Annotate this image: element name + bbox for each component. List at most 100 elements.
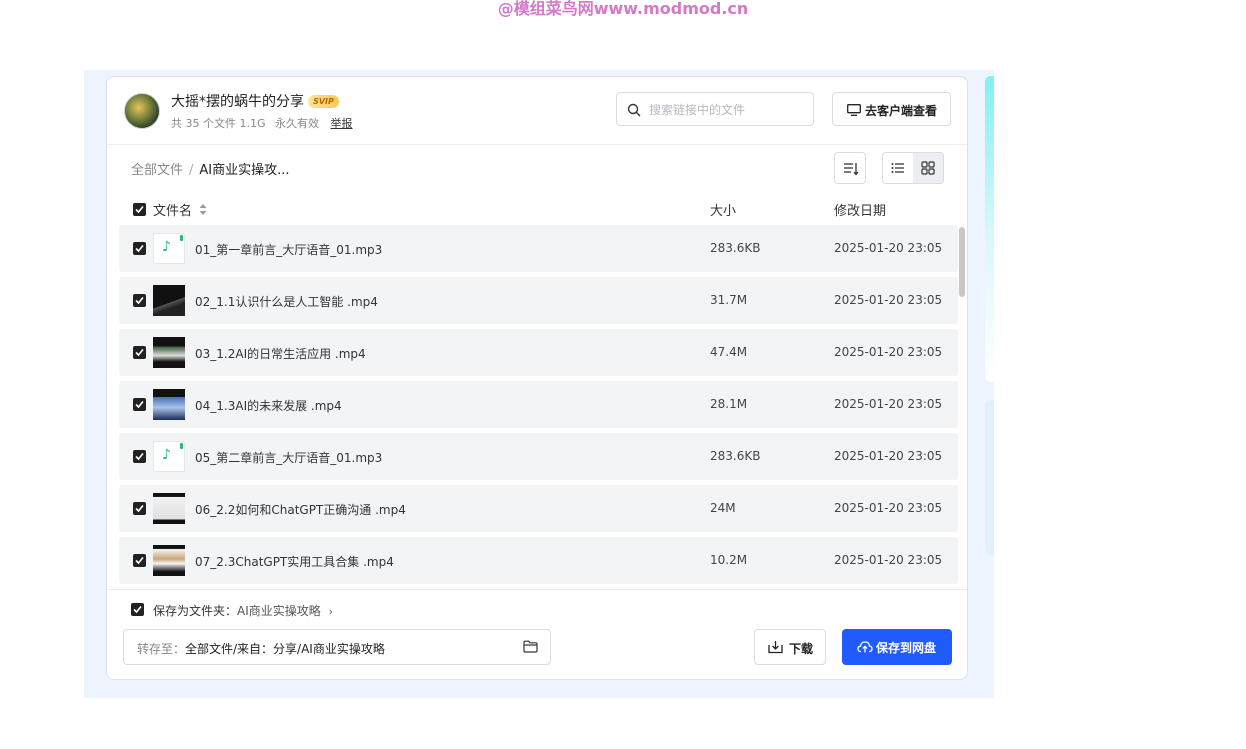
open-client-button[interactable]: 去客户端查看 — [832, 92, 951, 126]
file-name: 02_1.1认识什么是人工智能 .mp4 — [195, 295, 378, 309]
check-icon — [135, 504, 144, 513]
row-checkbox[interactable] — [133, 346, 146, 359]
row-checkbox[interactable] — [133, 294, 146, 307]
file-list-scrollbar[interactable] — [959, 227, 965, 297]
file-size: 47.4M — [710, 345, 748, 359]
file-name: 04_1.3AI的未来发展 .mp4 — [195, 399, 342, 413]
view-toggle — [882, 152, 944, 184]
share-header: 大摇*摆的蜗牛的分享 SVIP 共 35 个文件 1.1G 永久有效 举报 去客… — [107, 77, 967, 145]
save-as-folder-checkbox[interactable] — [131, 603, 144, 616]
video-thumbnail — [153, 389, 185, 420]
check-icon — [135, 452, 144, 461]
file-row[interactable]: 02_1.1认识什么是人工智能 .mp4 31.7M 2025-01-20 23… — [119, 277, 958, 324]
file-date: 2025-01-20 23:05 — [834, 553, 943, 567]
sort-icon — [844, 163, 859, 176]
file-date: 2025-01-20 23:05 — [834, 397, 943, 411]
row-checkbox[interactable] — [133, 242, 146, 255]
sort-button[interactable] — [834, 152, 866, 184]
file-row[interactable]: ♪ 01_第一章前言_大厅语音_01.mp3 283.6KB 2025-01-2… — [119, 225, 958, 272]
file-size: 28.1M — [710, 397, 748, 411]
video-thumbnail — [153, 285, 185, 316]
side-decoration — [985, 400, 994, 555]
select-all-checkbox[interactable] — [133, 203, 146, 216]
grid-icon — [921, 161, 935, 175]
download-label: 下载 — [789, 642, 814, 656]
search-box[interactable] — [616, 92, 814, 126]
download-icon — [768, 641, 783, 654]
file-size: 283.6KB — [710, 449, 761, 463]
file-row[interactable]: 07_2.3ChatGPT实用工具合集 .mp4 10.2M 2025-01-2… — [119, 537, 958, 584]
list-view-button[interactable] — [883, 153, 913, 183]
video-thumbnail — [153, 337, 185, 368]
check-icon — [135, 400, 144, 409]
file-name: 03_1.2AI的日常生活应用 .mp4 — [195, 347, 366, 361]
file-date: 2025-01-20 23:05 — [834, 501, 943, 515]
download-button[interactable]: 下载 — [754, 629, 826, 665]
row-checkbox[interactable] — [133, 450, 146, 463]
file-size: 24M — [710, 501, 736, 515]
row-checkbox[interactable] — [133, 398, 146, 411]
check-icon — [133, 605, 142, 614]
footer-divider — [107, 589, 967, 590]
breadcrumb: 全部文件 / AI商业实操攻... — [131, 159, 290, 178]
column-name-label: 文件名 — [153, 204, 193, 219]
sort-toggle-icon — [199, 204, 207, 215]
share-dialog: 大摇*摆的蜗牛的分享 SVIP 共 35 个文件 1.1G 永久有效 举报 去客… — [106, 76, 968, 680]
file-size: 31.7M — [710, 293, 748, 307]
list-icon — [891, 163, 904, 173]
file-count: 共 35 个文件 1.1G — [171, 117, 266, 130]
file-list: ♪ 01_第一章前言_大厅语音_01.mp3 283.6KB 2025-01-2… — [119, 225, 959, 585]
avatar — [124, 93, 160, 129]
file-row[interactable]: 06_2.2如何和ChatGPT正确沟通 .mp4 24M 2025-01-20… — [119, 485, 958, 532]
save-as-folder-name: AI商业实操攻略 — [237, 604, 321, 618]
file-name: 06_2.2如何和ChatGPT正确沟通 .mp4 — [195, 503, 406, 517]
video-thumbnail — [153, 545, 185, 576]
open-client-label: 去客户端查看 — [865, 104, 938, 118]
file-row[interactable]: ♪ 05_第二章前言_大厅语音_01.mp3 283.6KB 2025-01-2… — [119, 433, 958, 480]
file-row[interactable]: 04_1.3AI的未来发展 .mp4 28.1M 2025-01-20 23:0… — [119, 381, 958, 428]
cloud-upload-icon — [857, 641, 873, 653]
save-destination-field[interactable]: 转存至： 全部文件/来自：分享/AI商业实操攻略 — [123, 629, 551, 665]
file-size: 283.6KB — [710, 241, 761, 255]
row-checkbox[interactable] — [133, 554, 146, 567]
chevron-right-icon[interactable]: › — [329, 605, 333, 618]
column-header-size: 大小 — [710, 204, 737, 219]
row-checkbox[interactable] — [133, 502, 146, 515]
check-icon — [135, 296, 144, 305]
file-size: 10.2M — [710, 553, 748, 567]
check-icon — [135, 348, 144, 357]
column-header-date: 修改日期 — [834, 204, 887, 219]
save-as-folder-label: 保存为文件夹： — [153, 604, 238, 618]
breadcrumb-current: AI商业实操攻... — [199, 163, 290, 178]
dest-path: 全部文件/来自：分享/AI商业实操攻略 — [185, 642, 385, 656]
file-name: 01_第一章前言_大厅语音_01.mp3 — [195, 243, 383, 257]
dest-label: 转存至： — [137, 642, 186, 656]
svip-badge: SVIP — [308, 95, 339, 108]
file-row[interactable]: 03_1.2AI的日常生活应用 .mp4 47.4M 2025-01-20 23… — [119, 329, 958, 376]
file-name: 07_2.3ChatGPT实用工具合集 .mp4 — [195, 555, 394, 569]
file-date: 2025-01-20 23:05 — [834, 293, 943, 307]
report-link[interactable]: 举报 — [331, 117, 353, 130]
search-input[interactable] — [647, 100, 811, 120]
check-icon — [135, 205, 144, 214]
check-icon — [135, 556, 144, 565]
check-icon — [135, 244, 144, 253]
audio-file-icon: ♪ — [153, 233, 185, 264]
folder-icon[interactable] — [523, 640, 538, 653]
file-name: 05_第二章前言_大厅语音_01.mp3 — [195, 451, 383, 465]
audio-file-icon: ♪ — [153, 441, 185, 472]
grid-view-button[interactable] — [913, 153, 943, 183]
watermark-text: @模组菜鸟网www.modmod.cn — [497, 0, 749, 18]
save-to-cloud-label: 保存到网盘 — [876, 641, 937, 655]
share-title: 大摇*摆的蜗牛的分享 — [171, 94, 304, 110]
file-date: 2025-01-20 23:05 — [834, 449, 943, 463]
search-icon — [627, 103, 641, 117]
column-header-name[interactable]: 文件名 — [153, 200, 207, 219]
file-date: 2025-01-20 23:05 — [834, 345, 943, 359]
breadcrumb-root[interactable]: 全部文件 — [131, 163, 183, 178]
validity: 永久有效 — [275, 117, 320, 130]
file-date: 2025-01-20 23:05 — [834, 241, 943, 255]
monitor-icon — [847, 104, 861, 116]
side-decoration — [985, 76, 994, 382]
save-to-cloud-button[interactable]: 保存到网盘 — [842, 629, 952, 665]
